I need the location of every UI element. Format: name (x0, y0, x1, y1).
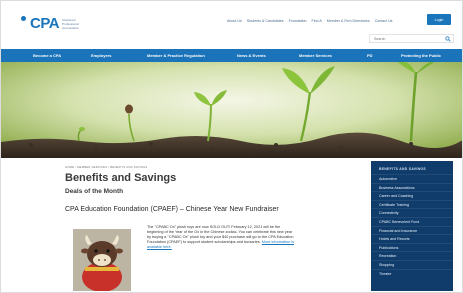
page-title: Benefits and Savings (65, 172, 177, 184)
cpa-logo[interactable]: CPA Chartered Professional Accountants (21, 15, 84, 32)
breadcrumb[interactable]: HOME / MEMBER SERVICES / BENEFITS AND SA… (65, 165, 147, 169)
search-field[interactable] (369, 34, 454, 43)
link-find-a[interactable]: Find A (312, 19, 322, 23)
sidebar-item-certificate-training[interactable]: Certificate Training (371, 199, 453, 209)
link-about-us[interactable]: About Us (227, 19, 242, 23)
sidebar-item-hotels-resorts[interactable]: Hotels and Resorts (371, 234, 453, 243)
link-contact-us[interactable]: Contact Us (375, 19, 393, 23)
logo-subtitle: Chartered Professional Accountants (62, 18, 84, 30)
hero-image (1, 62, 462, 158)
sidebar-item-connectivity[interactable]: Connectivity (371, 208, 453, 217)
sidebar-item-business-associations[interactable]: Business Associations (371, 182, 453, 192)
sidebar-item-financial-insurance[interactable]: Financial and Insurance (371, 225, 453, 235)
sidebar-item-theatre[interactable]: Theatre (371, 268, 453, 278)
benefits-sidebar: BENEFITS AND SAVINGS Automotive Business… (371, 161, 453, 291)
nav-news-events[interactable]: News & Events (237, 53, 266, 58)
site-header: CPA Chartered Professional Accountants A… (1, 1, 462, 46)
sidebar-item-shopping[interactable]: Shopping (371, 259, 453, 269)
article-body: The "CPABC Ox" plush toys are now SOLD O… (147, 225, 297, 250)
sidebar-item-recreation[interactable]: Recreation (371, 251, 453, 260)
search-input[interactable] (374, 36, 446, 41)
page: CPA Chartered Professional Accountants A… (0, 0, 463, 293)
sidebar-item-publications[interactable]: Publications (371, 242, 453, 252)
section-subtitle: Deals of the Month (65, 188, 124, 195)
sidebar-item-career-coaching[interactable]: Career and Coaching (371, 191, 453, 200)
link-foundation[interactable]: Foundation (289, 19, 307, 23)
nav-pd[interactable]: PD (367, 53, 373, 58)
ox-plush-icon (73, 229, 131, 291)
nav-member-services[interactable]: Member Services (299, 53, 332, 58)
ox-plush-toy-image (73, 229, 131, 291)
nav-protecting-public[interactable]: Protecting the Public (401, 53, 441, 58)
logo-sub-line: Accountants (62, 25, 79, 30)
sidebar-item-benevolent-fund[interactable]: CPABC Benevolent Fund (371, 216, 453, 226)
link-students-candidates[interactable]: Students & Candidates (247, 19, 284, 23)
logo-text: CPA (30, 15, 60, 32)
main-nav: Become a CPA Employers Member & Practice… (1, 49, 462, 62)
nav-employers[interactable]: Employers (91, 53, 111, 58)
nav-become-cpa[interactable]: Become a CPA (33, 53, 61, 58)
link-directories[interactable]: Member & Firm Directories (327, 19, 370, 23)
logo-dot-icon (21, 16, 26, 21)
sidebar-title: BENEFITS AND SAVINGS (379, 167, 426, 171)
nav-member-practice-regulation[interactable]: Member & Practice Regulation (147, 53, 205, 58)
main-content: HOME / MEMBER SERVICES / BENEFITS AND SA… (1, 158, 462, 292)
search-icon[interactable] (445, 36, 451, 42)
seedlings-illustration (1, 62, 462, 158)
sidebar-item-automotive[interactable]: Automotive (371, 174, 453, 183)
login-button[interactable]: Login (427, 14, 451, 25)
utility-nav: About Us Students & Candidates Foundatio… (227, 19, 392, 23)
article-title: CPA Education Foundation (CPAEF) – Chine… (65, 206, 279, 213)
